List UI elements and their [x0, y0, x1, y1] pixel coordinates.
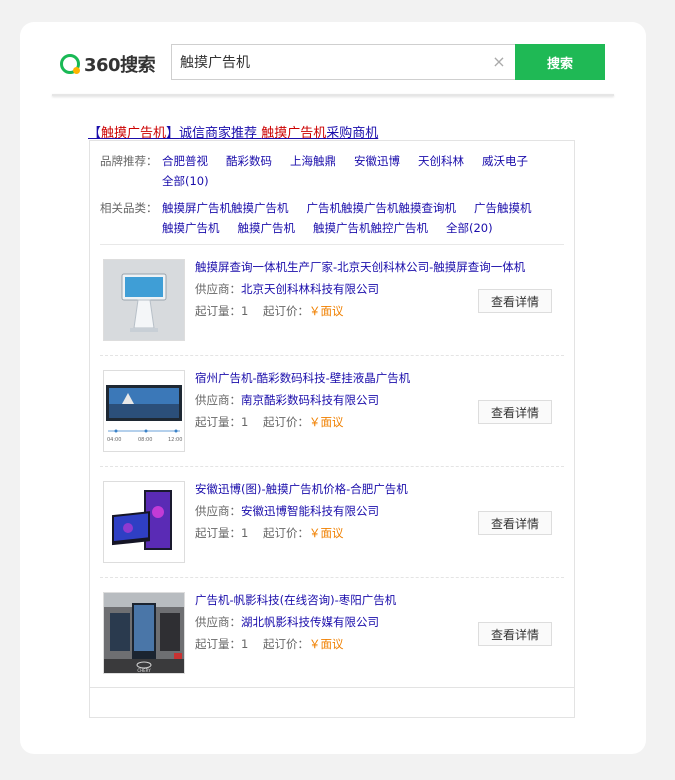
- divider: [100, 466, 564, 467]
- header-divider: [52, 94, 614, 96]
- product-supplier: 供应商：安徽迅博智能科技有限公司: [195, 503, 379, 519]
- brand-link[interactable]: 安徽迅博: [354, 151, 400, 171]
- search-box: ×: [171, 44, 515, 80]
- supplier-label: 供应商：: [195, 504, 241, 518]
- ad-title-bracket-open: 【: [88, 126, 102, 141]
- product-item: 触摸屏查询一体机生产厂家-北京天创科林公司-触摸屏查询一体机 供应商：北京天创科…: [103, 259, 563, 343]
- logo-icon: [60, 54, 80, 74]
- page-card: 360搜索 × 搜索 【触摸广告机】诚信商家推荐 触摸广告机采购商机 品牌推荐：…: [20, 22, 646, 754]
- view-details-button[interactable]: 查看详情: [478, 289, 552, 313]
- price-label: 起订价：: [262, 526, 309, 540]
- product-thumbnail[interactable]: [103, 259, 185, 341]
- moq-label: 起订量：: [195, 637, 241, 651]
- logo-text: 360搜索: [84, 55, 156, 76]
- divider: [100, 244, 564, 245]
- product-title-link[interactable]: 宿州广告机-酷彩数码科技-壁挂液晶广告机: [195, 370, 410, 386]
- product-thumbnail[interactable]: [103, 481, 185, 563]
- product-order-info: 起订量：1 起订价：￥面议: [195, 303, 343, 319]
- search-button[interactable]: 搜索: [515, 44, 605, 80]
- ad-panel: 品牌推荐： 合肥普视 酷彩数码 上海触鼎 安徽迅博 天创科林 威沃电子全部(10) 相关品…: [89, 140, 575, 718]
- product-title-link[interactable]: 触摸屏查询一体机生产厂家-北京天创科林公司-触摸屏查询一体机: [195, 259, 525, 275]
- price-value: ￥面议: [308, 304, 344, 318]
- related-link[interactable]: 触摸屏广告机触摸广告机: [162, 198, 289, 218]
- product-thumbnail[interactable]: 04:00 08:00 12:00: [103, 370, 185, 452]
- moq-value: 1: [241, 304, 249, 318]
- related-link[interactable]: 触摸广告机触控广告机: [313, 218, 428, 238]
- supplier-name[interactable]: 安徽迅博智能科技有限公司: [241, 504, 379, 518]
- view-details-button[interactable]: 查看详情: [478, 400, 552, 424]
- product-order-info: 起订量：1 起订价：￥面议: [195, 414, 343, 430]
- product-item: 安徽迅博(图)-触摸广告机价格-合肥广告机 供应商：安徽迅博智能科技有限公司 起…: [103, 481, 563, 565]
- price-label: 起订价：: [262, 304, 309, 318]
- supplier-name[interactable]: 湖北帆影科技传媒有限公司: [241, 615, 379, 629]
- view-details-button[interactable]: 查看详情: [478, 622, 552, 646]
- supplier-label: 供应商：: [195, 615, 241, 629]
- ad-title-end: 采购商机: [326, 126, 379, 141]
- related-row: 相关品类： 触摸屏广告机触摸广告机 广告机触摸广告机触摸查询机 广告触摸机触摸广告机…: [100, 198, 562, 238]
- ad-title-bracket-close: 】: [166, 126, 180, 141]
- price-label: 起订价：: [262, 637, 309, 651]
- brand-link-all[interactable]: 全部(10): [162, 171, 209, 191]
- thumb-logo-text: CHERY: [137, 668, 151, 673]
- moq-value: 1: [241, 415, 249, 429]
- ad-title-link[interactable]: 【触摸广告机】诚信商家推荐 触摸广告机采购商机: [88, 122, 378, 141]
- related-link[interactable]: 触摸广告机: [162, 218, 220, 238]
- price-value: ￥面议: [308, 637, 344, 651]
- related-link[interactable]: 广告机触摸广告机触摸查询机: [307, 198, 457, 218]
- clear-icon[interactable]: ×: [490, 53, 508, 71]
- view-details-button[interactable]: 查看详情: [478, 511, 552, 535]
- thumb-time: 12:00: [168, 437, 182, 443]
- moq-value: 1: [241, 526, 249, 540]
- ad-title-keyword2: 触摸广告机: [261, 126, 327, 141]
- moq-value: 1: [241, 637, 249, 651]
- related-link[interactable]: 广告触摸机: [474, 198, 532, 218]
- brand-label: 品牌推荐：: [100, 154, 158, 168]
- supplier-label: 供应商：: [195, 393, 241, 407]
- product-supplier: 供应商：北京天创科林科技有限公司: [195, 281, 379, 297]
- ad-title-keyword: 触摸广告机: [101, 126, 167, 141]
- product-supplier: 供应商：湖北帆影科技传媒有限公司: [195, 614, 379, 630]
- price-value: ￥面议: [308, 415, 344, 429]
- brand-link[interactable]: 上海触鼎: [290, 151, 336, 171]
- supplier-label: 供应商：: [195, 282, 241, 296]
- product-item: 04:00 08:00 12:00 宿州广告机-酷彩数码科技-壁挂液晶广告机 供…: [103, 370, 563, 454]
- product-item: CHERY 广告机-帆影科技(在线咨询)-枣阳广告机 供应商：湖北帆影科技传媒有…: [103, 592, 563, 676]
- ad-title-middle: 诚信商家推荐: [179, 126, 262, 141]
- related-link[interactable]: 触摸广告机: [238, 218, 296, 238]
- brand-link[interactable]: 威沃电子: [482, 151, 528, 171]
- search-input[interactable]: [172, 45, 488, 79]
- thumb-time: 08:00: [138, 437, 152, 443]
- product-supplier: 供应商：南京酷彩数码科技有限公司: [195, 392, 379, 408]
- product-title-link[interactable]: 广告机-帆影科技(在线咨询)-枣阳广告机: [195, 592, 396, 608]
- supplier-name[interactable]: 南京酷彩数码科技有限公司: [241, 393, 379, 407]
- moq-label: 起订量：: [195, 415, 241, 429]
- product-title-link[interactable]: 安徽迅博(图)-触摸广告机价格-合肥广告机: [195, 481, 408, 497]
- product-thumbnail[interactable]: CHERY: [103, 592, 185, 674]
- thumb-time: 04:00: [107, 437, 121, 443]
- related-link-all[interactable]: 全部(20): [446, 218, 493, 238]
- brand-links: 合肥普视 酷彩数码 上海触鼎 安徽迅博 天创科林 威沃电子全部(10): [162, 151, 562, 191]
- panel-footer-divider: [90, 687, 574, 688]
- supplier-name[interactable]: 北京天创科林科技有限公司: [241, 282, 379, 296]
- price-value: ￥面议: [308, 526, 344, 540]
- brand-link[interactable]: 天创科林: [418, 151, 464, 171]
- related-links: 触摸屏广告机触摸广告机 广告机触摸广告机触摸查询机 广告触摸机触摸广告机 触摸广告机触…: [162, 198, 562, 238]
- divider: [100, 577, 564, 578]
- moq-label: 起订量：: [195, 526, 241, 540]
- product-order-info: 起订量：1 起订价：￥面议: [195, 525, 343, 541]
- divider: [100, 355, 564, 356]
- brand-link[interactable]: 酷彩数码: [226, 151, 272, 171]
- moq-label: 起订量：: [195, 304, 241, 318]
- product-order-info: 起订量：1 起订价：￥面议: [195, 636, 343, 652]
- price-label: 起订价：: [262, 415, 309, 429]
- related-label: 相关品类：: [100, 201, 158, 215]
- brand-row: 品牌推荐： 合肥普视 酷彩数码 上海触鼎 安徽迅博 天创科林 威沃电子全部(10): [100, 151, 562, 191]
- brand-link[interactable]: 合肥普视: [162, 151, 208, 171]
- logo[interactable]: 360搜索: [60, 52, 156, 76]
